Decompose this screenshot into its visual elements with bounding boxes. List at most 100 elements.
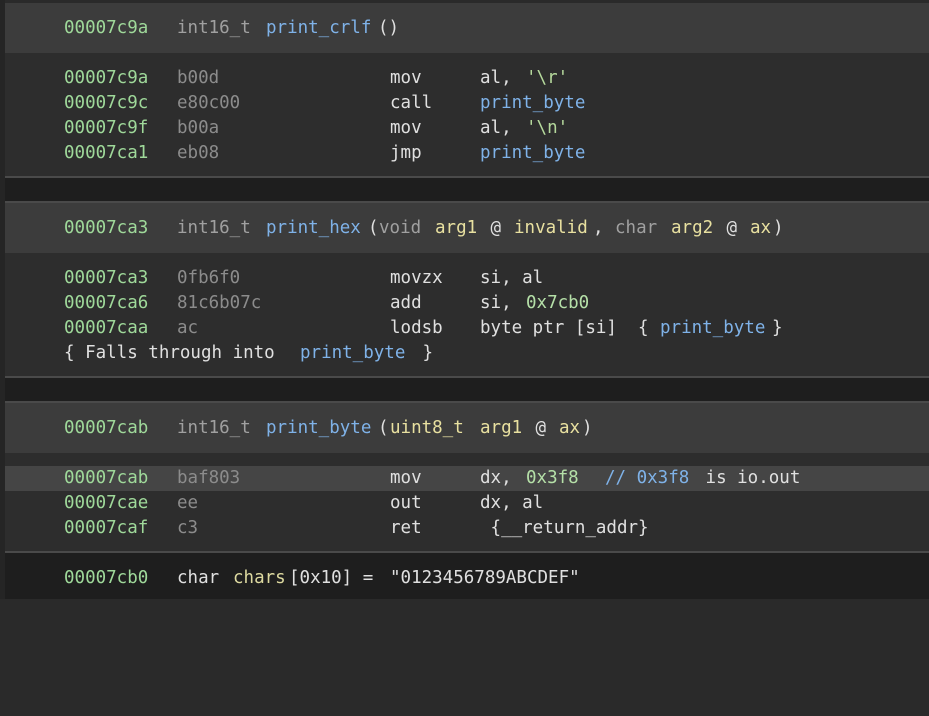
- row-bytes: ac: [177, 318, 199, 338]
- function-name[interactable]: print_hex: [266, 216, 361, 241]
- param-name[interactable]: arg1: [480, 416, 522, 441]
- row-mnemonic: mov: [390, 468, 422, 488]
- fallthrough-target[interactable]: print_byte: [300, 341, 405, 366]
- param-type: void: [379, 218, 422, 238]
- row-operand: {__return_addr}: [480, 518, 649, 538]
- return-type: int16_t: [177, 218, 251, 238]
- row-bytes: 81c6b07c: [177, 293, 262, 313]
- param-at: @: [480, 218, 512, 238]
- row-operand: al,: [480, 68, 523, 88]
- row-operand-symbol[interactable]: print_byte: [480, 91, 585, 116]
- data-value: "0123456789ABCDEF": [390, 568, 580, 588]
- row-bytes: ee: [177, 493, 199, 513]
- row-bytes: b00d: [177, 68, 220, 88]
- data-address[interactable]: 00007cb0: [64, 566, 148, 591]
- row-operand-symbol[interactable]: print_byte: [480, 141, 585, 166]
- row-operand-number: 0x7cb0: [526, 293, 590, 313]
- row-mnemonic: ret: [390, 518, 422, 538]
- data-definition[interactable]: 00007cb0 char chars [0x10] = "0123456789…: [0, 566, 929, 591]
- param-name[interactable]: arg2: [671, 216, 713, 241]
- row-bytes: b00a: [177, 118, 220, 138]
- data-type: char: [177, 568, 220, 588]
- fallthrough-close: }: [412, 343, 434, 363]
- row-bytes: eb08: [177, 143, 220, 163]
- row-operand: dx,: [480, 468, 523, 488]
- row-address[interactable]: 00007caf: [64, 516, 148, 541]
- row-address[interactable]: 00007ca6: [64, 291, 148, 316]
- row-address[interactable]: 00007cab: [64, 466, 148, 491]
- row-mnemonic: movzx: [390, 268, 443, 288]
- row-operand: dx, al: [480, 493, 544, 513]
- disasm-row[interactable]: 00007ca6 81c6b07c add si, 0x7cb0: [0, 291, 929, 316]
- row-address[interactable]: 00007ca1: [64, 141, 148, 166]
- fallthrough-text: { Falls through into: [64, 343, 286, 363]
- row-operand-string: '\n': [526, 118, 569, 138]
- row-bytes: e80c00: [177, 93, 241, 113]
- param-register: ax: [750, 218, 772, 238]
- disasm-row[interactable]: 00007caf c3 ret {__return_addr}: [0, 516, 929, 541]
- param-type: char: [615, 218, 658, 238]
- function-header-print-crlf[interactable]: 00007c9a int16_t print_crlf (): [5, 3, 929, 53]
- row-mnemonic: mov: [390, 68, 422, 88]
- disasm-row[interactable]: 00007cae ee out dx, al: [0, 491, 929, 516]
- disasm-row-selected[interactable]: 00007cab baf803 mov dx, 0x3f8 // 0x3f8 i…: [5, 466, 929, 491]
- disasm-row[interactable]: 00007c9f b00a mov al, '\n': [0, 116, 929, 141]
- row-mnemonic: call: [390, 93, 433, 113]
- row-comment-tail: is io.out: [695, 468, 801, 488]
- return-type: int16_t: [177, 418, 251, 438]
- return-type: int16_t: [177, 18, 251, 38]
- data-name[interactable]: chars: [233, 566, 286, 591]
- param-name[interactable]: arg1: [435, 216, 477, 241]
- function-header-print-hex[interactable]: 00007ca3 int16_t print_hex ( void arg1 @…: [5, 203, 929, 253]
- function-name[interactable]: print_byte: [266, 416, 371, 441]
- signature-paren-close: ): [773, 218, 784, 238]
- row-address[interactable]: 00007cae: [64, 491, 148, 516]
- row-mnemonic: jmp: [390, 143, 422, 163]
- row-bytes: baf803: [177, 468, 241, 488]
- row-mnemonic: out: [390, 493, 422, 513]
- param-register: ax: [559, 418, 581, 438]
- header-address[interactable]: 00007cab: [64, 416, 148, 441]
- row-operand-brace: }: [772, 318, 783, 338]
- row-address[interactable]: 00007c9c: [64, 91, 148, 116]
- row-operand: al,: [480, 118, 523, 138]
- param-type: uint8_t: [390, 418, 464, 438]
- row-operand: byte ptr [si] {: [480, 318, 649, 338]
- row-mnemonic: mov: [390, 118, 422, 138]
- signature-parens: (): [378, 18, 400, 38]
- param-at: @: [716, 218, 748, 238]
- row-operand: si,: [480, 293, 523, 313]
- header-address[interactable]: 00007ca3: [64, 216, 148, 241]
- row-operand-symbol[interactable]: print_byte: [660, 316, 765, 341]
- disasm-row[interactable]: 00007caa ac lodsb byte ptr [si] { print_…: [0, 316, 929, 341]
- block-gap: [5, 378, 929, 401]
- row-mnemonic: lodsb: [390, 318, 443, 338]
- row-bytes: c3: [177, 518, 199, 538]
- signature-paren-open: (: [378, 418, 389, 438]
- disasm-row[interactable]: 00007c9a b00d mov al, '\r': [0, 66, 929, 91]
- row-operand: si, al: [480, 268, 544, 288]
- row-address[interactable]: 00007c9a: [64, 66, 148, 91]
- row-address[interactable]: 00007ca3: [64, 266, 148, 291]
- data-dims: [0x10] =: [289, 568, 384, 588]
- block-gap: [5, 178, 929, 201]
- signature-paren-open: (: [368, 218, 379, 238]
- function-header-print-byte[interactable]: 00007cab int16_t print_byte ( uint8_t ar…: [5, 403, 929, 453]
- disasm-row[interactable]: 00007c9c e80c00 call print_byte: [0, 91, 929, 116]
- row-address[interactable]: 00007c9f: [64, 116, 148, 141]
- row-operand-string: '\r': [526, 68, 569, 88]
- param-register: invalid: [514, 218, 588, 238]
- disasm-row[interactable]: 00007ca1 eb08 jmp print_byte: [0, 141, 929, 166]
- row-address[interactable]: 00007caa: [64, 316, 148, 341]
- function-name[interactable]: print_crlf: [266, 16, 371, 41]
- signature-paren-close: ): [582, 418, 593, 438]
- row-bytes: 0fb6f0: [177, 268, 241, 288]
- row-comment: // 0x3f8: [605, 468, 690, 488]
- param-at: @: [525, 418, 557, 438]
- row-operand-number: 0x3f8: [526, 468, 579, 488]
- row-mnemonic: add: [390, 293, 422, 313]
- header-address[interactable]: 00007c9a: [64, 16, 148, 41]
- fallthrough-note: { Falls through into print_byte }: [0, 341, 929, 366]
- disasm-row[interactable]: 00007ca3 0fb6f0 movzx si, al: [0, 266, 929, 291]
- param-comma: ,: [593, 218, 615, 238]
